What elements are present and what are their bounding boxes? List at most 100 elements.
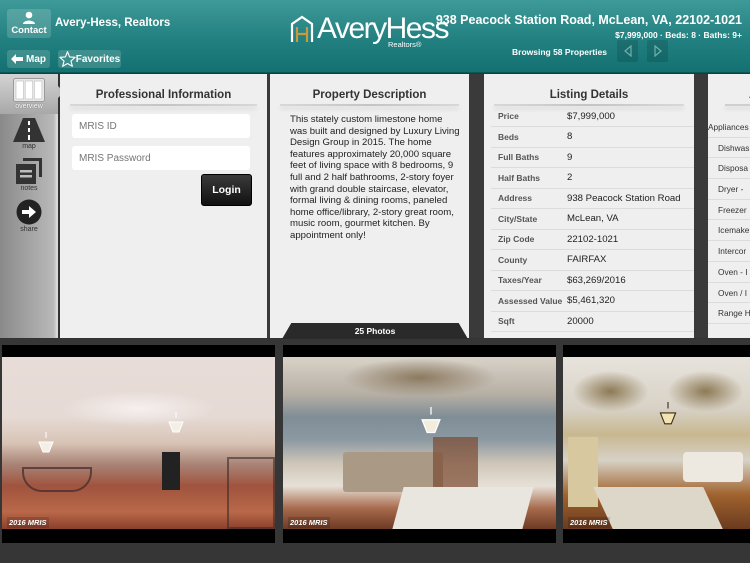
listing-key: Half Baths (498, 172, 541, 183)
feature-item: Oven - I (708, 262, 750, 283)
listing-row: Beds 8 (491, 127, 694, 147)
share-arrow-icon (16, 199, 42, 225)
arrow-left-icon (11, 54, 23, 64)
bed (343, 452, 443, 492)
listing-key: County (498, 254, 528, 265)
sidebar-item-overview[interactable]: overview (0, 74, 58, 114)
listing-row: Assessed Value $5,461,320 (491, 291, 694, 311)
table-vase (162, 452, 180, 490)
rug (392, 487, 534, 529)
login-button[interactable]: Login (201, 174, 252, 206)
features-panel: A Appliances DishwasDisposaDryer -Freeze… (708, 74, 750, 338)
photo-watermark: 2016 MRIS (288, 517, 330, 528)
previous-property-button[interactable] (617, 40, 638, 62)
mris-password-input[interactable] (72, 146, 250, 170)
sidebar-item-notes[interactable]: notes (0, 158, 58, 192)
contact-label: Contact (11, 25, 47, 36)
photo-thumbnail[interactable]: 2016 MRIS (283, 345, 556, 543)
panel-title: Professional Information (60, 74, 267, 106)
listing-row: Price $7,999,000 (491, 106, 694, 127)
listing-value: $7,999,000 (567, 110, 616, 122)
listing-value: $5,461,320 (567, 295, 616, 307)
chevron-right-icon (653, 45, 662, 57)
feature-item: Dryer - (708, 179, 750, 200)
feature-item: Icemake (708, 220, 750, 242)
mris-id-input[interactable] (72, 114, 250, 138)
listing-value: 9 (567, 151, 573, 163)
listing-key: Price (498, 111, 519, 121)
property-address: 938 Peacock Station Road, McLean, VA, 22… (435, 13, 742, 27)
property-description-panel: Property Description This stately custom… (270, 74, 469, 338)
listing-key: Assessed Value (498, 295, 563, 306)
sidebar-item-map[interactable]: map (0, 118, 58, 150)
listing-value: 22102-1021 (567, 233, 619, 245)
feature-item: Disposa (708, 158, 750, 180)
photo-bedroom (283, 357, 556, 529)
listing-row: County FAIRFAX (491, 250, 694, 270)
listing-details-table: Price $7,999,000 Beds 8 Full Baths 9 Half Bath… (491, 106, 694, 332)
listing-value: 8 (567, 131, 573, 143)
feature-item: Dishwas (708, 138, 750, 159)
sidebar-label: notes (20, 185, 38, 192)
property-summary: $7,999,000 · Beds: 8 · Baths: 9+ (615, 30, 742, 40)
favorites-label: Favorites (75, 53, 121, 65)
sidebar: overview map notes share (0, 74, 58, 338)
contact-button[interactable]: Contact (7, 9, 51, 38)
panel-title: A (708, 74, 750, 106)
listing-row: City/State McLean, VA (491, 209, 694, 229)
bed (683, 452, 743, 482)
agent-name: Avery-Hess, Realtors (55, 17, 171, 29)
person-icon (23, 11, 35, 24)
sidebar-item-share[interactable]: share (0, 199, 58, 233)
map-back-button[interactable]: Map (7, 50, 50, 68)
listing-row: Full Baths 9 (491, 147, 694, 168)
map-label: Map (26, 53, 46, 65)
listing-key: Address (498, 193, 533, 204)
photo-master-suite (563, 357, 750, 529)
logo-wordmark: AveryHess (317, 12, 450, 45)
next-property-button[interactable] (647, 40, 668, 62)
description-text: This stately custom limestone home was b… (290, 114, 460, 241)
listing-value: McLean, VA (567, 213, 619, 225)
listing-value: 938 Peacock Station Road (567, 192, 681, 204)
top-bar: Contact Avery-Hess, Realtors Map Favorit… (0, 0, 750, 73)
chandelier-icon (421, 407, 441, 434)
house-logo-icon (290, 15, 314, 42)
listing-row: Sqft 20000 (491, 311, 694, 332)
listing-row: Half Baths 2 (491, 168, 694, 188)
railing (22, 467, 92, 492)
photo-thumbnail[interactable]: 2016 MRIS (563, 345, 750, 543)
feature-item: Intercor (708, 241, 750, 262)
star-icon (59, 51, 76, 67)
listing-key: Beds (498, 131, 519, 142)
content-panels: Professional Information Login Property … (60, 74, 750, 338)
curtain (433, 437, 478, 492)
photo-watermark: 2016 MRIS (7, 517, 49, 528)
chevron-left-icon (623, 45, 632, 57)
photos-tab[interactable]: 25 Photos (282, 323, 468, 339)
listing-value: $63,269/2016 (567, 274, 626, 286)
photo-watermark: 2016 MRIS (568, 517, 610, 528)
railing (227, 457, 275, 529)
photo-thumbnail[interactable]: 2016 MRIS (2, 345, 275, 543)
notes-icon (16, 158, 42, 184)
sidebar-label: share (20, 226, 38, 233)
chandelier-icon (38, 432, 54, 453)
favorites-button[interactable]: Favorites (58, 50, 121, 68)
photo-strip: 2016 MRIS 2016 MRIS 2016 MRIS (0, 339, 750, 563)
listing-row: Address 938 Peacock Station Road (491, 188, 694, 209)
feature-item: Oven / I (708, 283, 750, 304)
listing-value: FAIRFAX (567, 254, 607, 266)
rug (593, 487, 723, 529)
overview-icon (13, 78, 45, 102)
listing-key: Zip Code (498, 234, 535, 245)
listing-value: 2 (567, 172, 573, 184)
browsing-count: Browsing 58 Properties (512, 47, 607, 57)
logo-subtitle: Realtors® (388, 40, 422, 49)
listing-row: Taxes/Year $63,269/2016 (491, 270, 694, 291)
listing-key: Taxes/Year (498, 275, 542, 286)
road-icon (13, 118, 45, 142)
chandelier-icon (659, 402, 677, 425)
panel-title: Property Description (270, 74, 469, 106)
avery-hess-logo: AveryHess Realtors® (290, 12, 450, 52)
